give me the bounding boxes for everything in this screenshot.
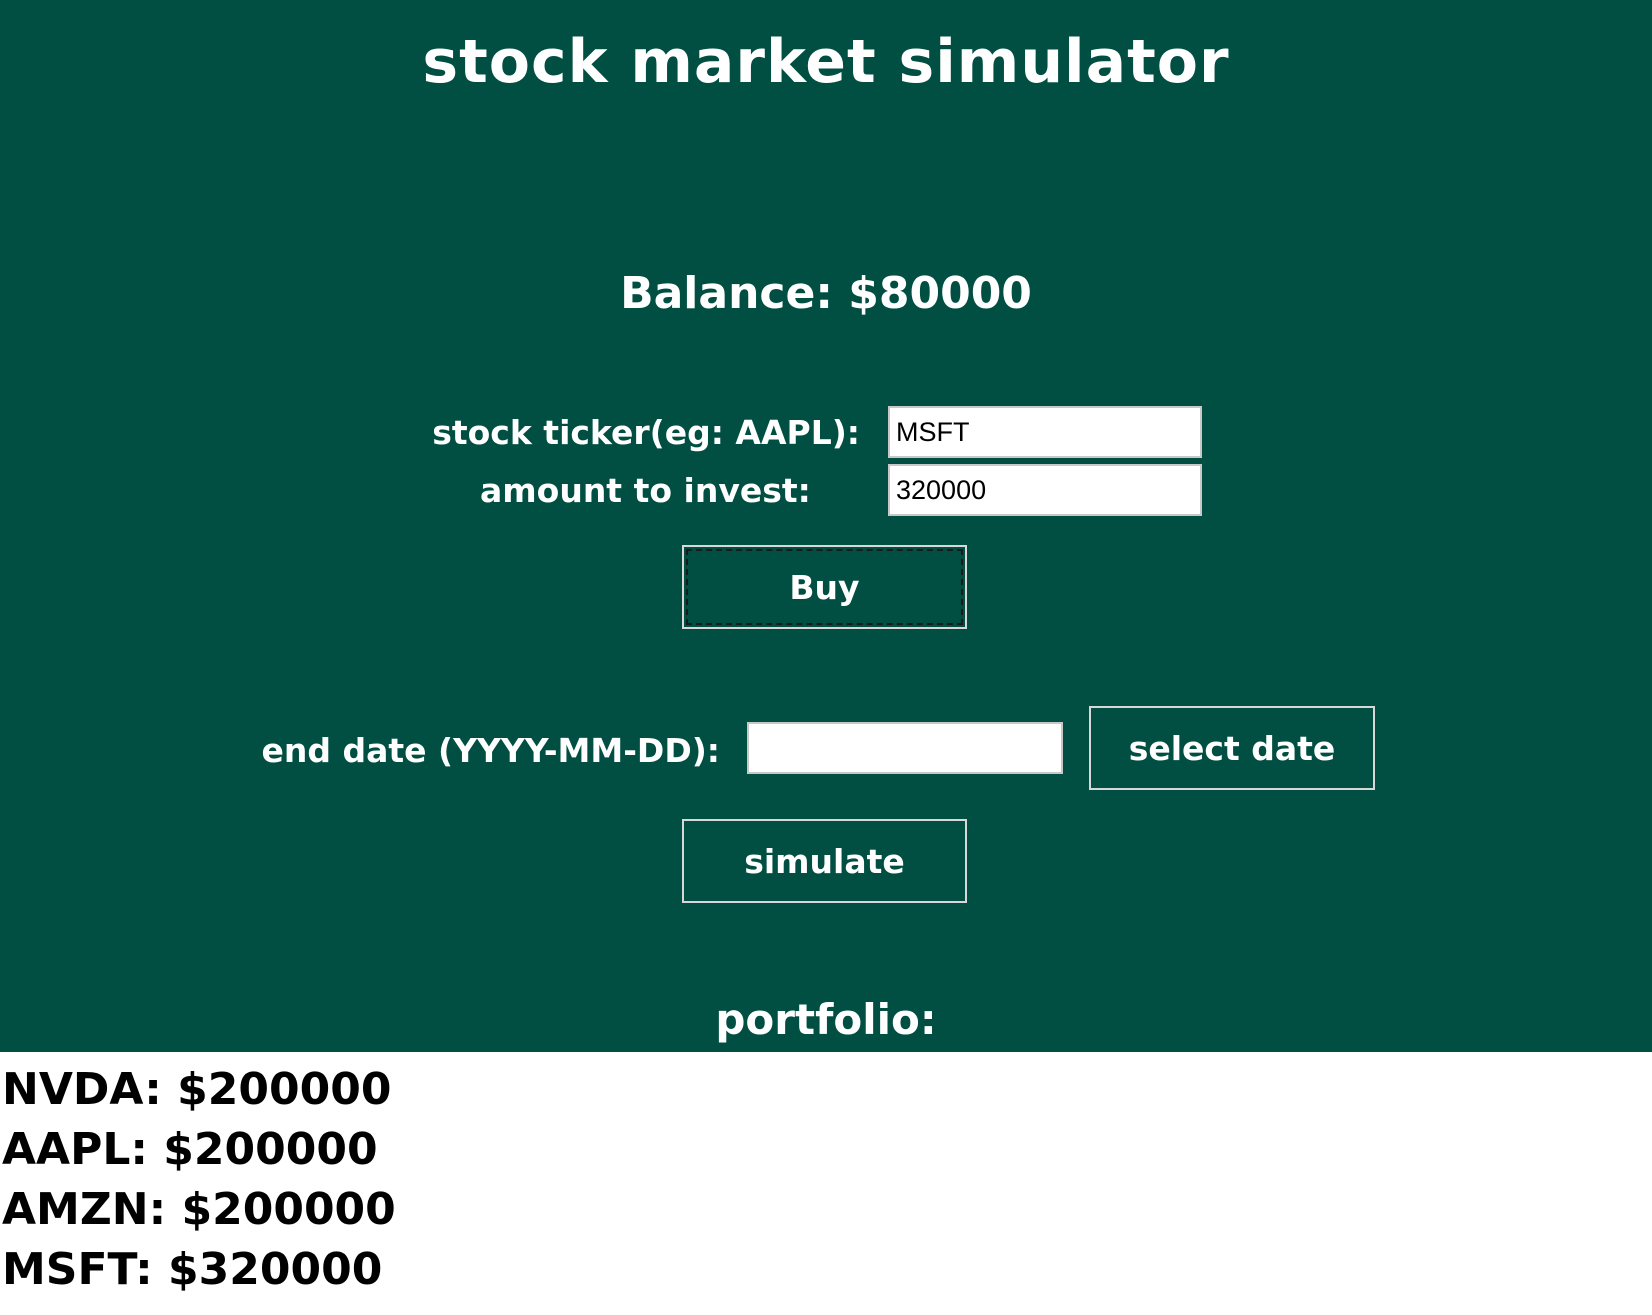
ticker-label: stock ticker(eg: AAPL):: [432, 413, 860, 452]
portfolio-item-msft: MSFT: $320000: [2, 1244, 383, 1295]
end-date-input[interactable]: [747, 722, 1063, 774]
amount-label: amount to invest:: [480, 471, 811, 510]
app-window: stock market simulator Balance: $80000 s…: [0, 0, 1652, 1315]
balance-label: Balance: $80000: [620, 268, 1032, 319]
buy-button[interactable]: Buy: [682, 545, 967, 629]
simulate-button[interactable]: simulate: [682, 819, 967, 903]
select-date-button[interactable]: select date: [1089, 706, 1375, 790]
portfolio-item-amzn: AMZN: $200000: [2, 1184, 396, 1235]
portfolio-title: portfolio:: [715, 995, 937, 1044]
end-date-label: end date (YYYY-MM-DD):: [261, 731, 720, 770]
portfolio-item-aapl: AAPL: $200000: [2, 1124, 378, 1175]
amount-input[interactable]: [888, 464, 1202, 516]
portfolio-item-nvda: NVDA: $200000: [2, 1064, 392, 1115]
portfolio-list: NVDA: $200000 AAPL: $200000 AMZN: $20000…: [2, 1060, 396, 1300]
control-panel: stock market simulator Balance: $80000 s…: [0, 0, 1652, 1052]
app-title: stock market simulator: [422, 27, 1230, 97]
ticker-input[interactable]: [888, 406, 1202, 458]
